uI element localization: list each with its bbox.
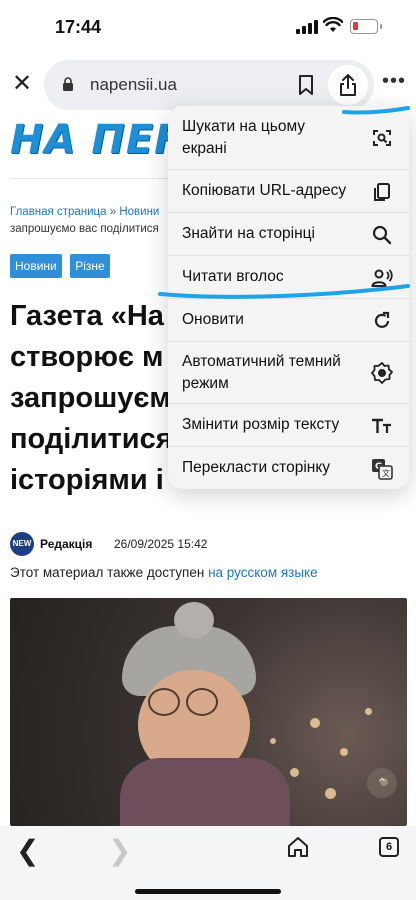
menu-item-copy-url[interactable]: Копіювати URL-адресу [168, 169, 409, 212]
breadcrumb: Главная страница » Новини [10, 206, 170, 218]
scroll-to-top-button[interactable]: ⌃ [367, 768, 397, 798]
search-icon [372, 225, 392, 245]
battery-icon [350, 19, 382, 34]
author-name[interactable]: Редакція [40, 537, 92, 551]
russian-version-link[interactable]: на русском языке [208, 565, 318, 580]
copy-icon [374, 183, 390, 201]
menu-item-label: Знайти на сторінці [182, 225, 315, 242]
post-date: 26/09/2025 15:42 [114, 537, 208, 551]
menu-item-label: Читати вголос [182, 268, 284, 285]
browser-options-menu: Шукати на цьому екрані Копіювати URL-адр… [168, 106, 409, 489]
close-button[interactable]: ✕ [8, 70, 36, 98]
breadcrumb-separator: » [106, 206, 120, 218]
tab-switcher-button[interactable]: 6 [379, 837, 399, 857]
home-indicator [135, 889, 281, 894]
translate-icon: G 文 [372, 459, 393, 480]
menu-item-translate[interactable]: Перекласти сторінку G 文 [168, 446, 409, 489]
tag-misc[interactable]: Різне [70, 254, 110, 278]
bottom-navigation-bar: ❮ ❯ 6 [0, 826, 416, 900]
wifi-icon [323, 17, 343, 32]
title-line: історіями і [10, 464, 164, 496]
article-title: Газета «На створює м запрошуєм поділитис… [10, 296, 170, 501]
breadcrumb-home-link[interactable]: Главная страница [10, 206, 107, 218]
read-aloud-icon [371, 269, 393, 287]
menu-item-label: Перекласти сторінку [182, 459, 331, 476]
url-text: napensii.ua [90, 75, 177, 94]
tag-list: Новини Різне [10, 254, 114, 278]
menu-item-label: Шукати на цьому екрані [182, 118, 306, 157]
language-notice-text: Этот материал также доступен [10, 565, 209, 580]
menu-item-label: Автоматичний темний режим [182, 353, 341, 392]
text-size-icon [372, 418, 391, 433]
tag-news[interactable]: Новини [10, 254, 62, 278]
bookmark-icon[interactable] [296, 74, 316, 96]
menu-item-label: Змінити розмір тексту [182, 416, 340, 433]
title-line: запрошуєм [10, 382, 170, 414]
screen-search-icon [373, 130, 391, 146]
cellular-signal-icon [296, 20, 318, 34]
share-button[interactable] [328, 65, 368, 105]
language-notice: Этот материал также доступен на русском … [10, 565, 318, 580]
menu-item-search-screen[interactable]: Шукати на цьому екрані [168, 106, 409, 169]
home-icon[interactable] [286, 836, 310, 858]
status-bar: 17:44 [0, 0, 416, 56]
breadcrumb-section-link[interactable]: Новини [119, 206, 159, 218]
reload-icon [374, 311, 390, 328]
more-options-icon[interactable]: ••• [382, 71, 408, 94]
menu-item-read-aloud[interactable]: Читати вголос [168, 255, 409, 298]
title-line: поділитися [10, 423, 170, 455]
svg-text:文: 文 [382, 468, 390, 478]
forward-icon[interactable]: ❯ [108, 834, 131, 867]
back-icon[interactable]: ❮ [16, 834, 39, 867]
menu-item-reload[interactable]: Оновити [168, 298, 409, 341]
dark-mode-icon [371, 362, 393, 384]
menu-item-auto-dark-mode[interactable]: Автоматичний темний режим [168, 341, 409, 403]
menu-item-label: Копіювати URL-адресу [182, 182, 347, 199]
avatar[interactable]: NEW [10, 532, 34, 556]
address-bar[interactable]: napensii.ua [44, 60, 374, 110]
menu-item-text-size[interactable]: Змінити розмір тексту [168, 403, 409, 446]
site-logo[interactable]: НА ПЕНСІЇ [10, 117, 180, 169]
title-line: Газета «На [10, 300, 164, 332]
menu-item-find-in-page[interactable]: Знайти на сторінці [168, 212, 409, 255]
title-line: створює м [10, 341, 164, 373]
article-image: ⌃ [10, 598, 407, 826]
status-time: 17:44 [55, 17, 102, 37]
breadcrumb-current: запрошуємо вас поділитися [10, 223, 159, 235]
share-icon [340, 74, 356, 96]
lock-icon [63, 77, 73, 91]
menu-item-label: Оновити [182, 311, 244, 328]
